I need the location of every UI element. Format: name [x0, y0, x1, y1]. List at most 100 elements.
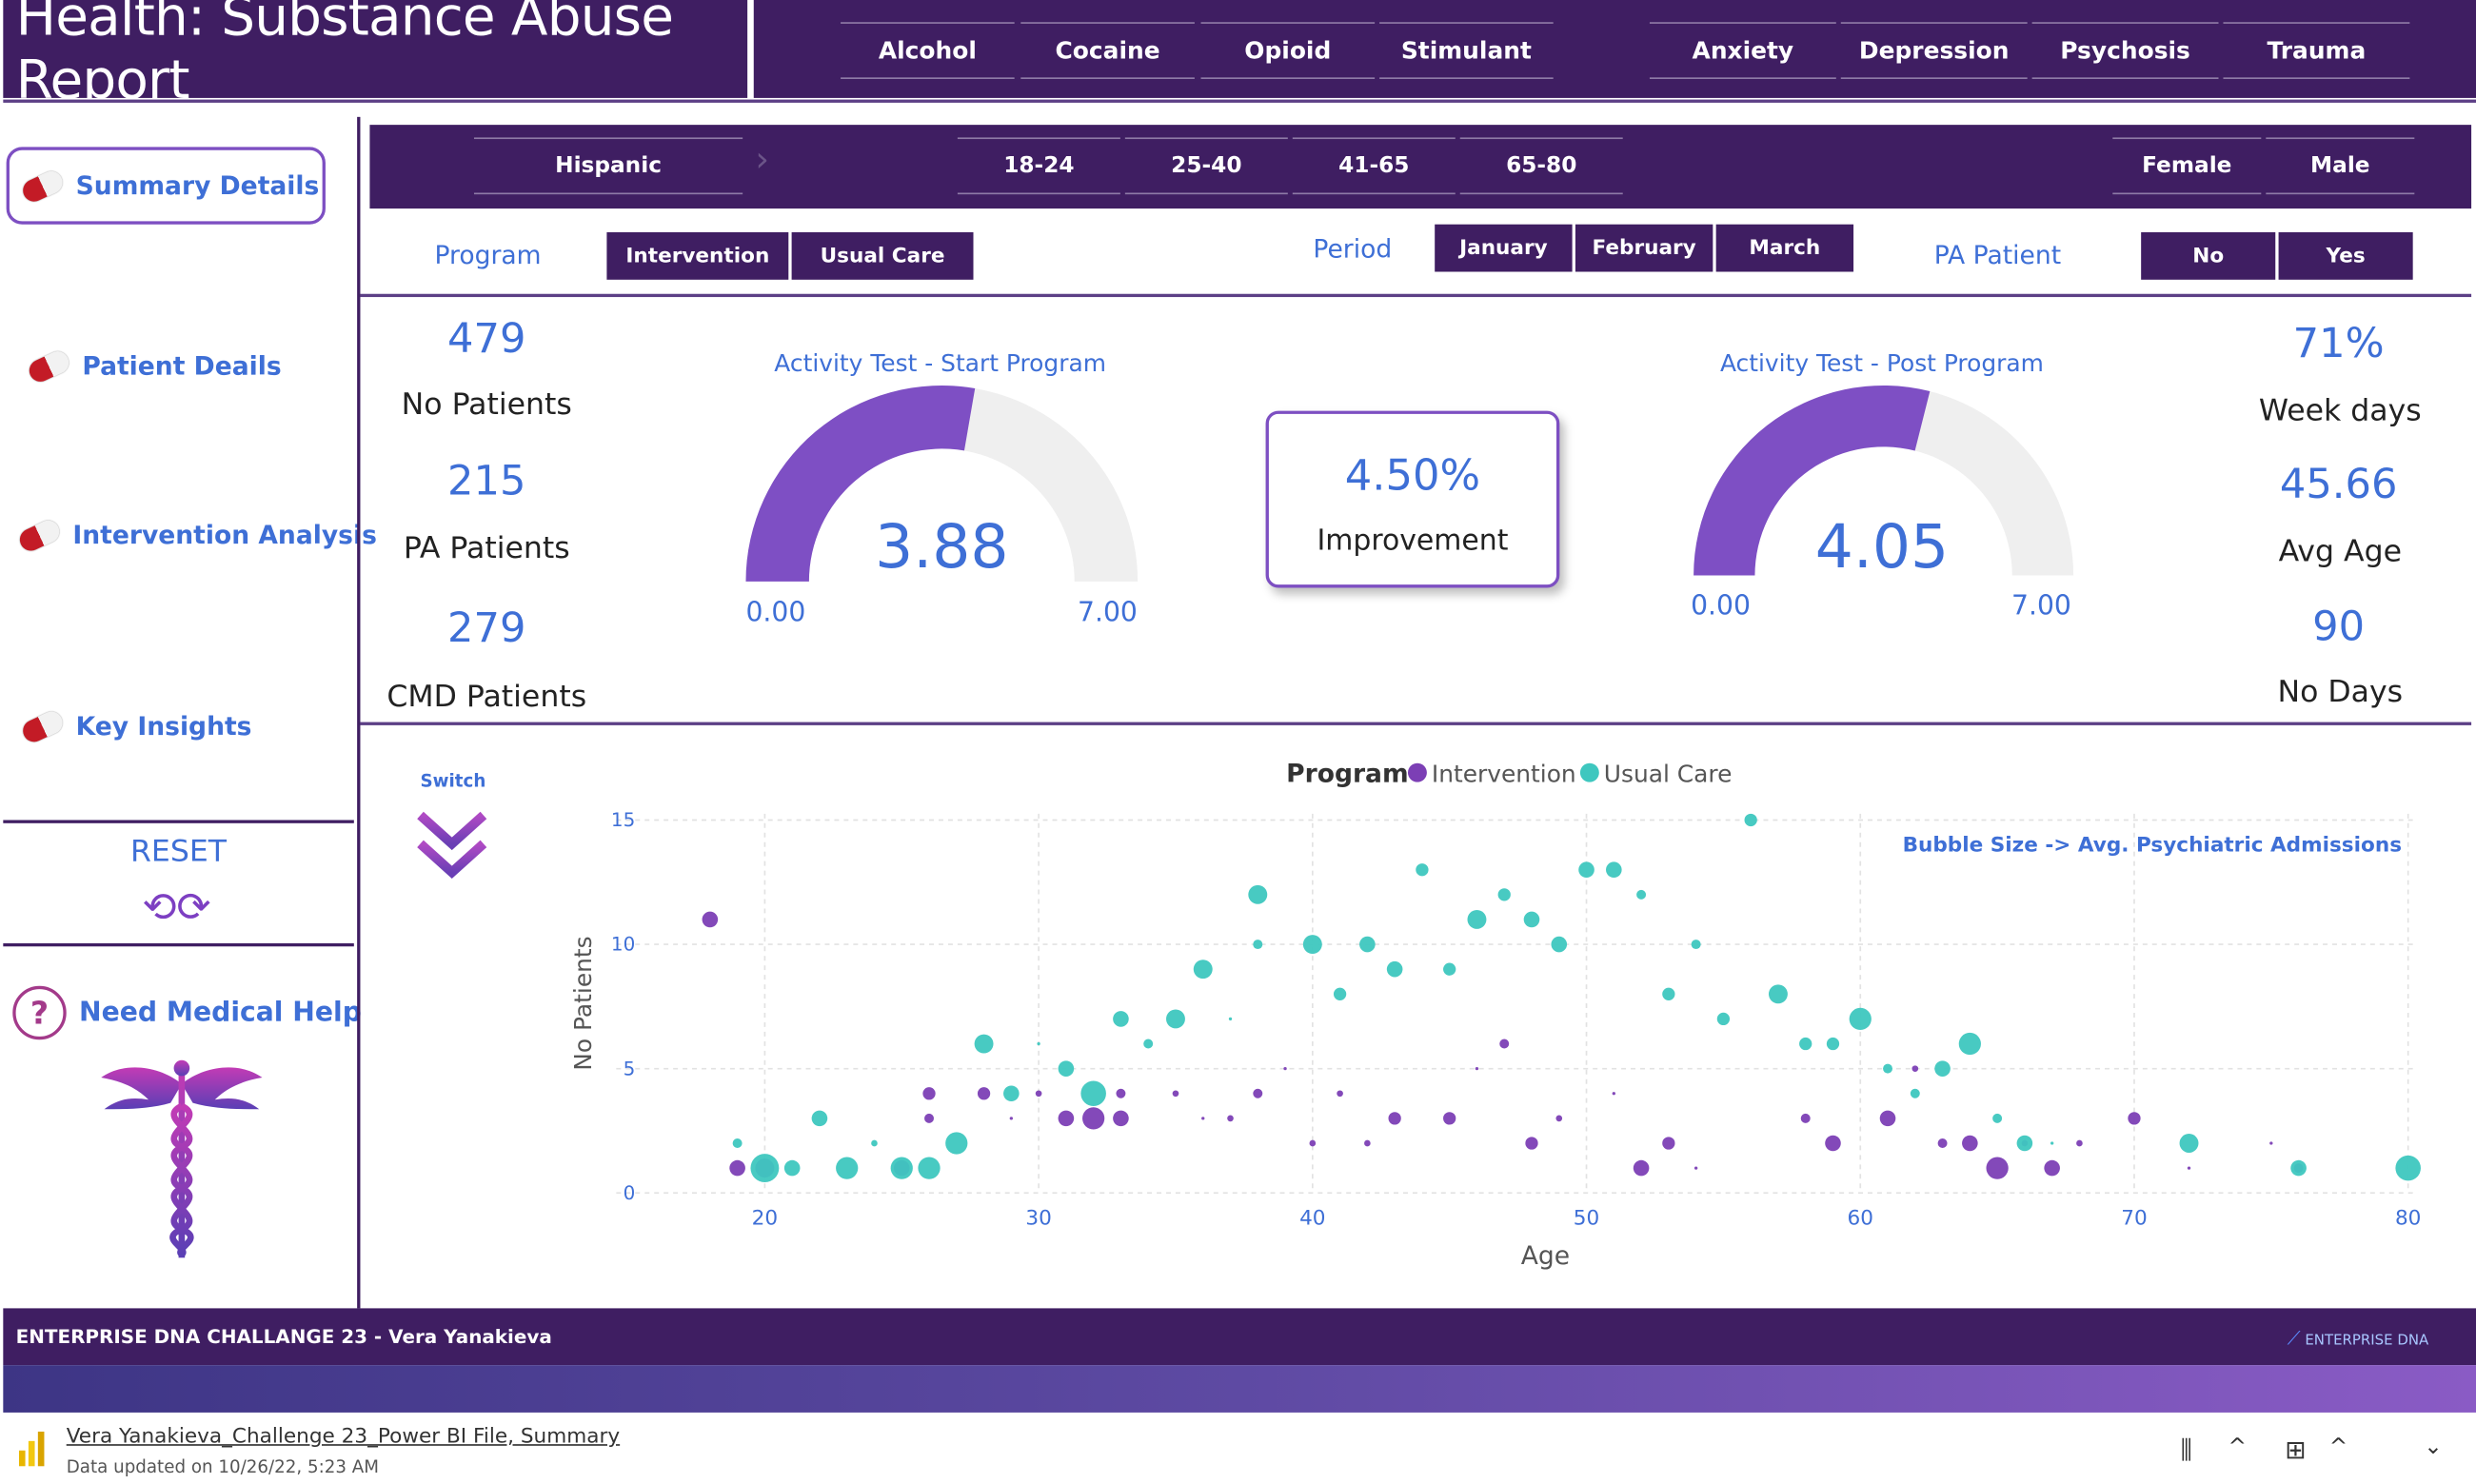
age-41-65-button[interactable]: 41-65 [1292, 137, 1456, 195]
usual-care-point[interactable] [1166, 1009, 1185, 1029]
legend-usual-care[interactable]: Usual Care [1604, 761, 1733, 788]
usual-care-point[interactable] [2050, 1141, 2054, 1145]
intervention-point[interactable] [1937, 1138, 1948, 1148]
usual-care-point[interactable] [1193, 960, 1213, 979]
usual-care-point[interactable] [1934, 1060, 1951, 1077]
usual-care-point[interactable] [1716, 1012, 1731, 1026]
intervention-point[interactable] [1058, 1110, 1075, 1127]
condition-anxiety-button[interactable]: Anxiety [1649, 22, 1836, 79]
substance-opioid-button[interactable]: Opioid [1200, 22, 1376, 79]
usual-care-point[interactable] [836, 1157, 859, 1179]
usual-care-point[interactable] [1551, 936, 1568, 953]
period-january-button[interactable]: January [1435, 224, 1573, 272]
substance-cocaine-button[interactable]: Cocaine [1020, 22, 1195, 79]
intervention-point[interactable] [1443, 1112, 1456, 1125]
intervention-point[interactable] [729, 1159, 745, 1177]
intervention-point[interactable] [1633, 1159, 1650, 1177]
intervention-point[interactable] [2044, 1159, 2060, 1177]
usual-care-point[interactable] [1578, 861, 1595, 879]
intervention-point[interactable] [1364, 1139, 1371, 1147]
usual-care-point[interactable] [1003, 1085, 1020, 1102]
intervention-point[interactable] [1825, 1135, 1841, 1152]
intervention-point[interactable] [1800, 1113, 1811, 1123]
usual-care-point[interactable] [1958, 1032, 1981, 1056]
intervention-point[interactable] [1337, 1090, 1343, 1098]
usual-care-point[interactable] [1744, 813, 1757, 827]
usual-care-point[interactable] [2395, 1155, 2421, 1181]
intervention-point[interactable] [1388, 1112, 1401, 1125]
usual-care-point[interactable] [1143, 1039, 1154, 1049]
intervention-point[interactable] [1082, 1107, 1105, 1130]
usual-care-point[interactable] [1058, 1060, 1075, 1077]
nav-patient-details[interactable]: Patient Deails [25, 346, 282, 385]
usual-care-point[interactable] [1497, 888, 1511, 901]
usual-care-point[interactable] [1248, 884, 1268, 904]
usual-care-point[interactable] [1228, 1017, 1233, 1021]
usual-care-point[interactable] [1386, 960, 1403, 978]
usual-care-point[interactable] [974, 1034, 994, 1054]
intervention-point[interactable] [1113, 1110, 1129, 1127]
intervention-point[interactable] [1283, 1066, 1287, 1071]
program-intervention-button[interactable]: Intervention [606, 232, 789, 280]
report-file-link[interactable]: Vera Yanakieva_Challenge 23_Power BI Fil… [67, 1425, 620, 1449]
intervention-point[interactable] [1986, 1157, 2009, 1179]
intervention-point[interactable] [977, 1087, 991, 1100]
usual-care-point[interactable] [1253, 940, 1263, 950]
usual-care-point[interactable] [1606, 861, 1622, 879]
usual-care-point[interactable] [871, 1139, 878, 1147]
intervention-point[interactable] [1227, 1115, 1234, 1122]
intervention-point[interactable] [1612, 1092, 1615, 1096]
usual-care-point[interactable] [1416, 863, 1429, 877]
usual-care-point[interactable] [1302, 935, 1322, 955]
intervention-point[interactable] [1201, 1117, 1205, 1120]
visual-stats-icon[interactable]: ⫼ [2181, 1435, 2192, 1466]
usual-care-point[interactable] [783, 1159, 801, 1177]
usual-care-point[interactable] [1826, 1037, 1840, 1051]
intervention-point[interactable] [1253, 1088, 1263, 1098]
intervention-point[interactable] [1962, 1135, 1978, 1152]
condition-psychosis-button[interactable]: Psychosis [2031, 22, 2219, 79]
chevron-up-icon[interactable]: ^ [2228, 1435, 2246, 1460]
usual-care-point[interactable] [1333, 987, 1347, 1000]
intervention-point[interactable] [2187, 1166, 2191, 1170]
usual-care-point[interactable] [1799, 1037, 1812, 1051]
usual-care-point[interactable] [1523, 911, 1540, 928]
usual-care-point[interactable] [2290, 1159, 2307, 1177]
reset-button[interactable]: RESET [3, 834, 353, 869]
usual-care-point[interactable] [1080, 1080, 1106, 1107]
usual-care-point[interactable] [1636, 889, 1647, 900]
ethnicity-dropdown[interactable]: Hispanic [473, 137, 743, 195]
intervention-point[interactable] [1555, 1115, 1563, 1122]
intervention-point[interactable] [2128, 1112, 2141, 1125]
intervention-point[interactable] [1879, 1110, 1896, 1127]
intervention-point[interactable] [1911, 1065, 1919, 1072]
nav-key-insights[interactable]: Key Insights [19, 707, 251, 745]
legend-intervention[interactable]: Intervention [1432, 761, 1576, 788]
substance-stimulant-button[interactable]: Stimulant [1379, 22, 1554, 79]
double-chevron-down-icon[interactable] [414, 809, 490, 885]
chevron-up-icon[interactable]: ^ [2329, 1435, 2347, 1460]
intervention-point[interactable] [1499, 1039, 1510, 1049]
medical-help-link[interactable]: ? Need Medical Help [12, 985, 362, 1040]
period-march-button[interactable]: March [1715, 224, 1854, 272]
usual-care-point[interactable] [1113, 1011, 1129, 1027]
program-usual-care-button[interactable]: Usual Care [791, 232, 974, 280]
usual-care-point[interactable] [1992, 1113, 2003, 1123]
gender-female-button[interactable]: Female [2112, 137, 2262, 195]
age-25-40-button[interactable]: 25-40 [1124, 137, 1288, 195]
condition-trauma-button[interactable]: Trauma [2223, 22, 2410, 79]
pa-no-button[interactable]: No [2141, 232, 2276, 280]
usual-care-point[interactable] [1467, 909, 1487, 929]
pa-yes-button[interactable]: Yes [2278, 232, 2413, 280]
usual-care-point[interactable] [811, 1110, 828, 1127]
usual-care-point[interactable] [732, 1138, 743, 1148]
nav-intervention-analysis[interactable]: Intervention Analysis [16, 516, 377, 554]
usual-care-point[interactable] [1849, 1007, 1872, 1031]
intervention-point[interactable] [1525, 1137, 1538, 1150]
intervention-point[interactable] [1694, 1166, 1698, 1170]
intervention-point[interactable] [1116, 1088, 1126, 1098]
intervention-point[interactable] [2076, 1139, 2083, 1147]
usual-care-point[interactable] [750, 1154, 780, 1183]
intervention-point[interactable] [2269, 1141, 2273, 1145]
intervention-point[interactable] [1172, 1090, 1179, 1098]
